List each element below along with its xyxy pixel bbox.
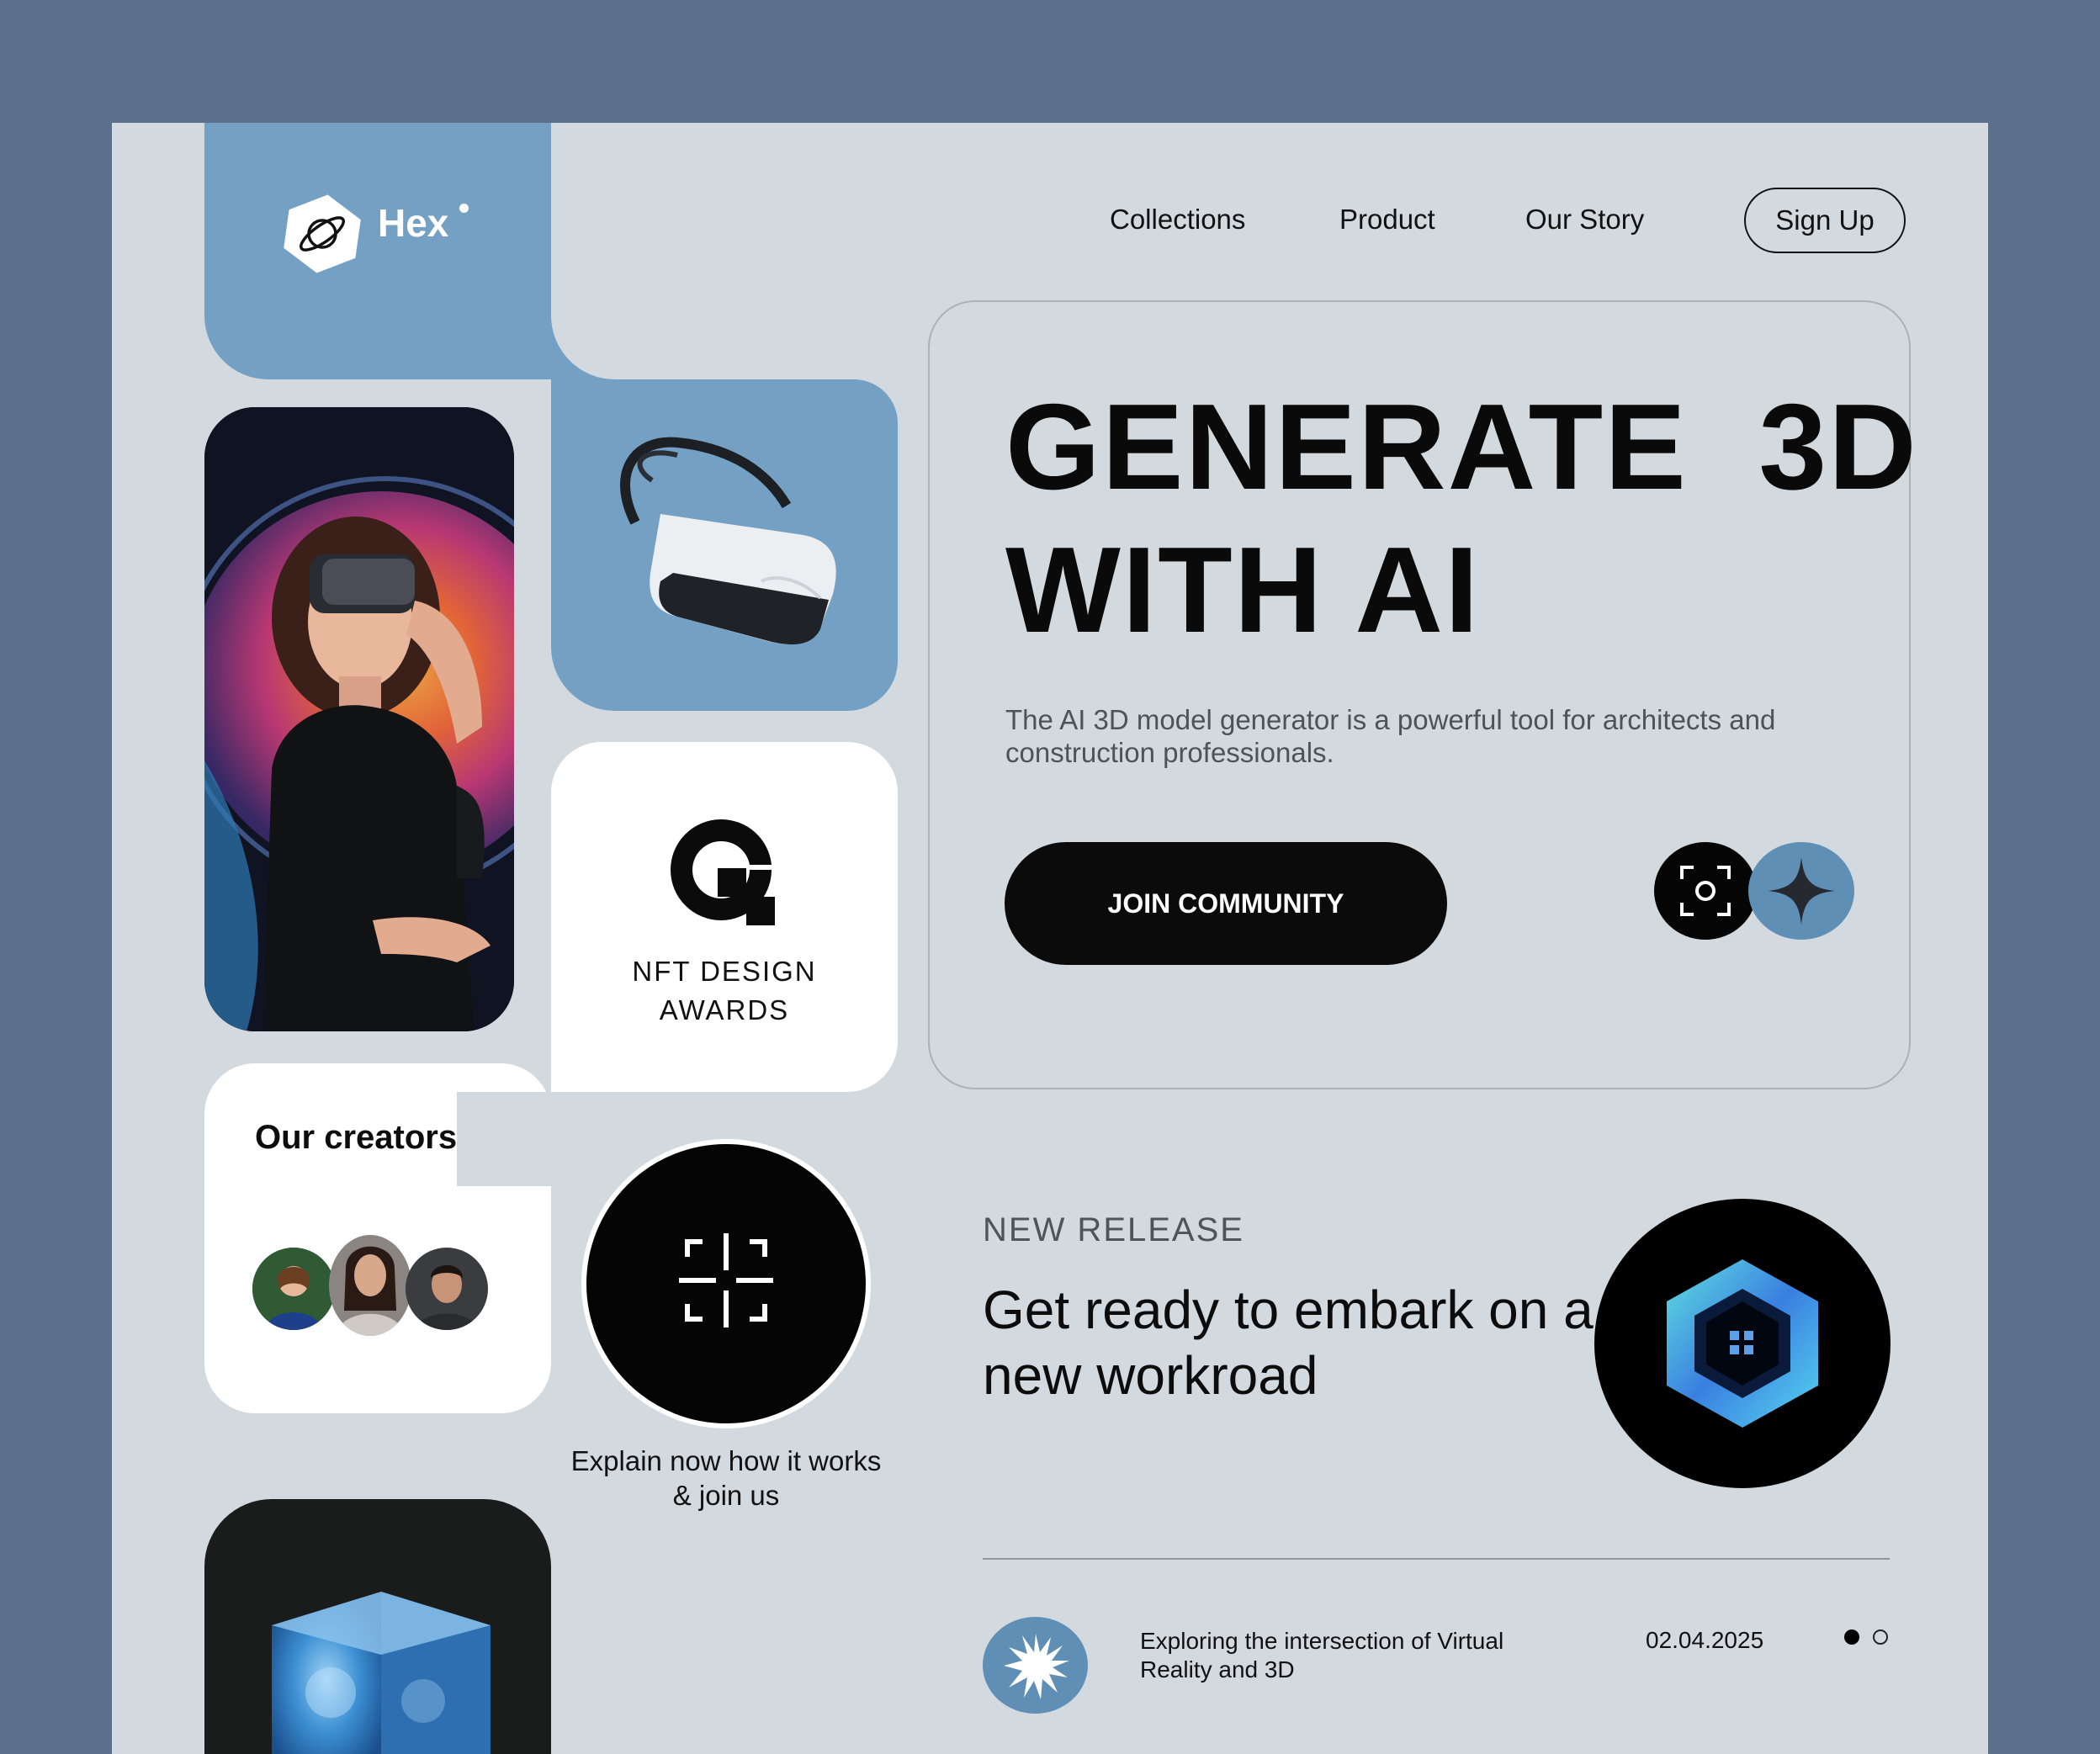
signup-button[interactable]: Sign Up bbox=[1744, 188, 1906, 253]
creator-avatar-1 bbox=[252, 1248, 335, 1330]
avatar[interactable] bbox=[406, 1248, 488, 1330]
brand-dot bbox=[459, 204, 469, 213]
page-frame: Hex NFT DESIGN AWARDS Our creators Expla… bbox=[112, 123, 1988, 1754]
creators-title: Our creators bbox=[255, 1119, 458, 1156]
pager-dot-active[interactable] bbox=[1844, 1629, 1859, 1645]
step-corner bbox=[551, 123, 660, 379]
creator-avatar-3 bbox=[406, 1248, 488, 1330]
award-logo-icon bbox=[671, 819, 775, 925]
nav-product[interactable]: Product bbox=[1339, 204, 1435, 236]
hero-description: The AI 3D model generator is a powerful … bbox=[1005, 704, 1776, 768]
nav-collections[interactable]: Collections bbox=[1110, 204, 1245, 236]
news-icon-badge bbox=[983, 1617, 1088, 1714]
focus-icon bbox=[679, 1233, 773, 1327]
hero-title-line1: GENERATE 3D bbox=[1005, 379, 1918, 515]
scan-icon bbox=[1680, 866, 1731, 916]
news-text[interactable]: Exploring the intersection of Virtual Re… bbox=[1140, 1627, 1578, 1684]
news-date: 02.04.2025 bbox=[1646, 1627, 1764, 1653]
avatar[interactable] bbox=[252, 1248, 335, 1330]
avatar[interactable] bbox=[329, 1235, 411, 1336]
release-kicker: NEW RELEASE bbox=[983, 1211, 1244, 1248]
vr-tile bbox=[551, 379, 898, 711]
woman-vr-image bbox=[204, 407, 514, 1031]
sparkle-button[interactable] bbox=[1748, 842, 1854, 940]
logo-area[interactable]: Hex bbox=[204, 123, 551, 379]
hexagon-home-icon bbox=[1667, 1259, 1818, 1428]
vr-headset-image bbox=[620, 437, 836, 645]
photo-tile bbox=[204, 407, 514, 1031]
nav-our-story[interactable]: Our Story bbox=[1525, 204, 1644, 236]
divider bbox=[983, 1558, 1890, 1560]
nft-awards-label: NFT DESIGN AWARDS bbox=[551, 952, 898, 1030]
release-badge[interactable] bbox=[1594, 1199, 1891, 1488]
nft-awards-tile[interactable]: NFT DESIGN AWARDS bbox=[551, 742, 898, 1092]
planet-icon bbox=[284, 194, 361, 273]
pager-dot[interactable] bbox=[1873, 1629, 1888, 1645]
release-title: Get ready to embark on a new workroad bbox=[983, 1280, 1594, 1406]
hero-title: GENERATE 3D WITH AI bbox=[1005, 375, 1931, 661]
join-community-button[interactable]: JOIN COMMUNITY bbox=[1005, 842, 1447, 965]
explain-button[interactable] bbox=[581, 1139, 871, 1428]
creator-avatar-2 bbox=[329, 1235, 411, 1336]
starburst-icon bbox=[1003, 1633, 1069, 1699]
explain-text: Explain now how it works & join us bbox=[570, 1445, 882, 1511]
sparkle-icon bbox=[1768, 857, 1835, 925]
crystal-cube-image bbox=[272, 1592, 491, 1754]
brand-name: Hex bbox=[378, 201, 449, 245]
scan-button[interactable] bbox=[1654, 842, 1757, 940]
cube-tile bbox=[204, 1499, 551, 1754]
nft-awards-line2: AWARDS bbox=[659, 994, 790, 1025]
hero-title-line2: WITH AI bbox=[1005, 522, 1481, 658]
nft-awards-line1: NFT DESIGN bbox=[632, 956, 817, 987]
